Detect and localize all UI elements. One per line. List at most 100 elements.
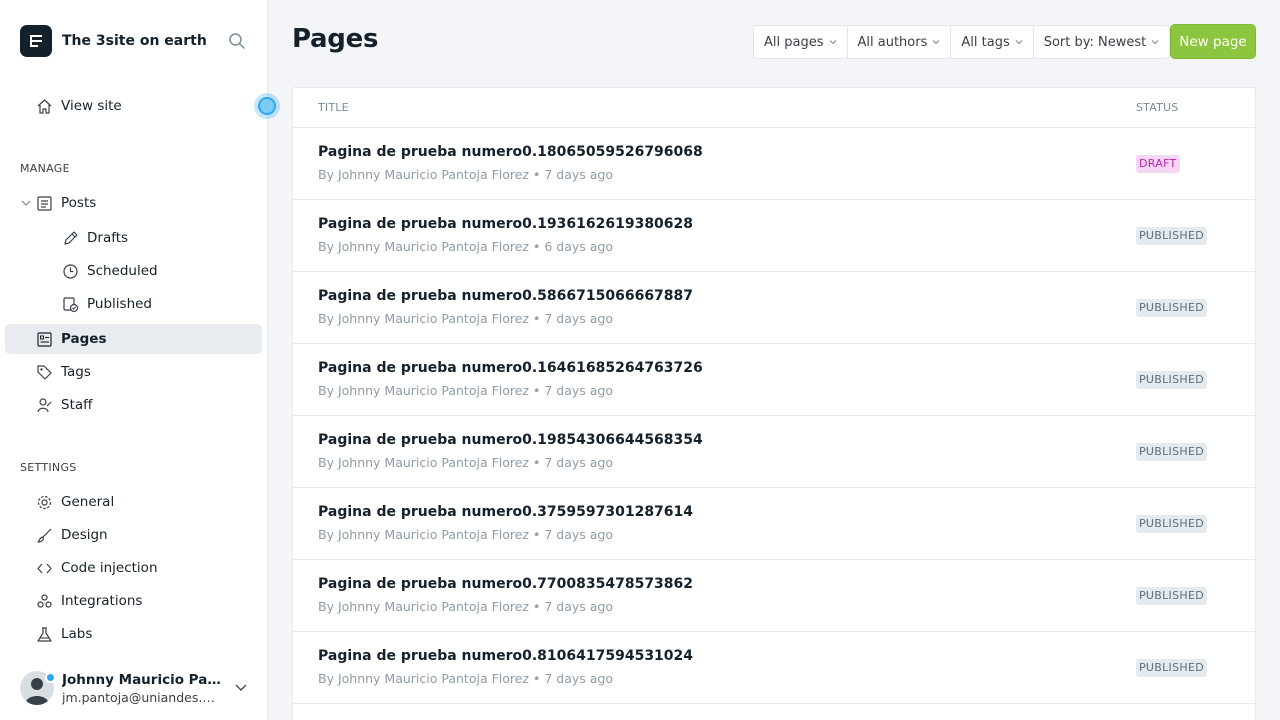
sidebar-item-scheduled[interactable]: Scheduled — [5, 256, 262, 286]
page-meta: By Johnny Mauricio Pantoja Florez • 7 da… — [318, 599, 613, 614]
chevron-down-icon — [1151, 40, 1159, 45]
sidebar-item-published[interactable]: Published — [5, 289, 262, 319]
page-time: 6 days ago — [544, 239, 613, 254]
page-title-link[interactable]: Pagina de prueba numero0.810641759453102… — [318, 648, 693, 664]
page-author: Johnny Mauricio Pantoja Florez — [337, 383, 530, 398]
filter-authors-label: All authors — [857, 34, 928, 50]
page-title: Pages — [292, 24, 379, 54]
pages-icon — [37, 332, 52, 347]
filter-tags-select[interactable]: All tags — [951, 26, 1034, 58]
clock-icon — [63, 264, 78, 279]
page-title-link[interactable]: Pagina de prueba numero0.375959730128761… — [318, 504, 693, 520]
onboarding-pulse-indicator[interactable] — [254, 93, 280, 119]
sidebar-item-pages[interactable]: Pages — [5, 324, 262, 354]
table-row[interactable]: Pagina de prueba numero0.375959730128761… — [293, 488, 1255, 560]
page-title-link[interactable]: Pagina de prueba numero0.180650595267960… — [318, 144, 703, 160]
sidebar-item-tags[interactable]: Tags — [5, 357, 262, 387]
page-meta: By Johnny Mauricio Pantoja Florez • 7 da… — [318, 455, 613, 470]
sidebar-item-drafts[interactable]: Drafts — [5, 223, 262, 253]
table-row[interactable]: Pagina de prueba numero0.586671506666788… — [293, 272, 1255, 344]
staff-icon — [37, 398, 52, 413]
table-row[interactable]: Pagina de prueba numero0.810641759453102… — [293, 632, 1255, 704]
sidebar-item-label: Staff — [61, 397, 93, 413]
page-author: Johnny Mauricio Pantoja Florez — [337, 239, 530, 254]
gear-icon — [37, 495, 52, 510]
page-title-link[interactable]: Pagina de prueba numero0.198543066445683… — [318, 432, 703, 448]
user-name: Johnny Mauricio Pan... — [62, 671, 222, 688]
status-badge: PUBLISHED — [1136, 227, 1207, 245]
sidebar-item-posts[interactable]: Posts — [5, 188, 262, 218]
chevron-down-icon[interactable] — [21, 198, 31, 208]
sidebar-item-label: Code injection — [61, 560, 158, 576]
flask-icon — [37, 627, 52, 642]
page-title-link[interactable]: Pagina de prueba numero0.193616261938062… — [318, 216, 693, 232]
sidebar-item-label: Integrations — [61, 593, 143, 609]
page-title-link[interactable]: Pagina de prueba numero0.770083547857386… — [318, 576, 693, 592]
integrations-icon — [37, 594, 52, 608]
page-author: Johnny Mauricio Pantoja Florez — [337, 311, 530, 326]
page-title-link[interactable]: Pagina de prueba numero0.164616852647637… — [318, 360, 703, 376]
page-time: 7 days ago — [544, 311, 613, 326]
search-icon[interactable] — [226, 30, 248, 52]
page-meta: By Johnny Mauricio Pantoja Florez • 7 da… — [318, 383, 613, 398]
sidebar-item-labs[interactable]: Labs — [5, 619, 262, 649]
page-author: Johnny Mauricio Pantoja Florez — [337, 671, 530, 686]
sidebar-item-staff[interactable]: Staff — [5, 390, 262, 420]
user-email: jm.pantoja@uniandes.ed... — [62, 689, 222, 705]
sidebar-item-view-site[interactable]: View site — [5, 91, 262, 121]
status-badge: PUBLISHED — [1136, 515, 1207, 533]
sidebar-item-label: Drafts — [87, 230, 129, 246]
filter-authors-select[interactable]: All authors — [848, 26, 952, 58]
sidebar-item-label: Tags — [61, 364, 91, 380]
brand: The 3site on earth — [20, 24, 248, 58]
page-time: 7 days ago — [544, 527, 613, 542]
brush-icon — [37, 528, 52, 543]
filter-tags-label: All tags — [961, 34, 1010, 50]
page-meta: By Johnny Mauricio Pantoja Florez • 6 da… — [318, 239, 613, 254]
chevron-down-icon — [829, 40, 836, 45]
chevron-down-icon[interactable] — [234, 682, 248, 694]
notification-dot — [45, 672, 56, 683]
table-row[interactable]: Pagina de prueba numero0.770083547857386… — [293, 560, 1255, 632]
sidebar-item-label: Pages — [61, 331, 107, 347]
table-row[interactable]: Pagina de prueba numero0.164616852647637… — [293, 344, 1255, 416]
pages-table: TITLE STATUS Pagina de prueba numero0.18… — [292, 87, 1256, 720]
sort-select[interactable]: Sort by: Newest — [1034, 26, 1170, 58]
sidebar-item-design[interactable]: Design — [5, 520, 262, 550]
table-row[interactable]: Pagina de prueba numero0.193616261938062… — [293, 200, 1255, 272]
page-time: 7 days ago — [544, 671, 613, 686]
table-row[interactable]: Pagina de prueba numero0.180650595267960… — [293, 128, 1255, 200]
page-author: Johnny Mauricio Pantoja Florez — [337, 527, 530, 542]
status-badge: PUBLISHED — [1136, 299, 1207, 317]
section-title-settings: SETTINGS — [20, 461, 77, 474]
page-time: 7 days ago — [544, 455, 613, 470]
page-meta: By Johnny Mauricio Pantoja Florez • 7 da… — [318, 671, 613, 686]
page-author: Johnny Mauricio Pantoja Florez — [337, 455, 530, 470]
page-time: 7 days ago — [544, 167, 613, 182]
published-icon — [63, 297, 79, 313]
page-meta: By Johnny Mauricio Pantoja Florez • 7 da… — [318, 311, 613, 326]
sidebar-item-label: Labs — [61, 626, 93, 642]
filter-bar: All pages All authors All tags Sort by: … — [753, 25, 1171, 59]
sidebar-item-code-injection[interactable]: Code injection — [5, 553, 262, 583]
sidebar-item-label: Scheduled — [87, 263, 158, 279]
page-time: 7 days ago — [544, 383, 613, 398]
column-header-title: TITLE — [318, 101, 349, 114]
column-header-status: STATUS — [1136, 101, 1179, 114]
ghost-logo-icon[interactable] — [20, 25, 52, 57]
status-badge: PUBLISHED — [1136, 587, 1207, 605]
user-menu[interactable]: Johnny Mauricio Pan... jm.pantoja@uniand… — [20, 668, 252, 708]
sidebar-item-general[interactable]: General — [5, 487, 262, 517]
filter-type-select[interactable]: All pages — [754, 26, 848, 58]
status-badge: DRAFT — [1136, 155, 1180, 173]
posts-icon — [37, 196, 52, 211]
pencil-icon — [64, 231, 78, 245]
new-page-button[interactable]: New page — [1170, 24, 1256, 59]
page-title-link[interactable]: Pagina de prueba numero0.586671506666788… — [318, 288, 693, 304]
sidebar-item-label: Posts — [61, 195, 97, 211]
site-title[interactable]: The 3site on earth — [62, 33, 207, 49]
sidebar-item-integrations[interactable]: Integrations — [5, 586, 262, 616]
sidebar-item-label: View site — [61, 98, 122, 114]
table-row[interactable]: Pagina de prueba numero0.198543066445683… — [293, 416, 1255, 488]
sidebar: The 3site on earth View site MANAGE Post… — [0, 0, 280, 720]
